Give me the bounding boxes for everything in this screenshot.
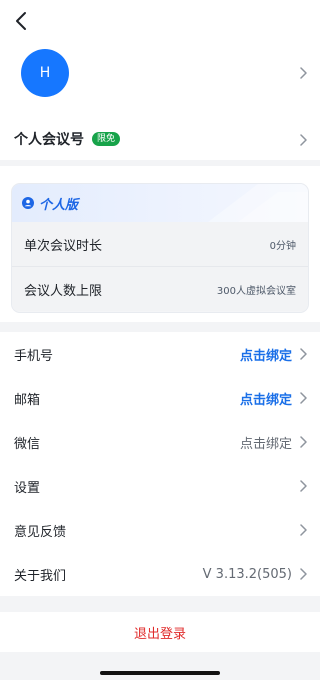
plan-section: 个人版 单次会议时长 0分钟 会议人数上限 300人虚拟会议室 (0, 166, 320, 322)
personal-meeting-row[interactable]: 个人会议号 限免 (14, 129, 121, 149)
list-item-label: 设置 (14, 480, 41, 496)
plan-card[interactable]: 个人版 单次会议时长 0分钟 会议人数上限 300人虚拟会议室 (12, 184, 308, 312)
home-indicator[interactable] (100, 671, 220, 675)
plan-row-capacity: 会议人数上限 300人虚拟会议室 (12, 266, 308, 311)
chevron-right-icon (300, 348, 307, 360)
free-badge: 限免 (92, 132, 121, 146)
list-item-phone[interactable]: 手机号 点击绑定 (0, 332, 320, 376)
list-item-label: 意见反馈 (14, 524, 67, 540)
back-arrow-icon[interactable] (12, 10, 32, 32)
list-item-feedback[interactable]: 意见反馈 (0, 508, 320, 552)
plan-row-label: 单次会议时长 (24, 238, 103, 254)
personal-meeting-chevron-right-icon[interactable] (299, 134, 307, 146)
chevron-right-icon (300, 568, 307, 580)
avatar-letter: H (39, 65, 51, 81)
list-item-label: 关于我们 (14, 568, 67, 584)
avatar[interactable]: H (21, 49, 69, 97)
list-item-label: 微信 (14, 436, 41, 452)
profile-header: H 个人会议号 限免 (0, 0, 320, 160)
plan-header-decoration (208, 184, 308, 222)
settings-list: 手机号 点击绑定 邮箱 点击绑定 微信 点击绑定 设置 意见反馈 关于我们 V … (0, 332, 320, 596)
logout-button[interactable]: 退出登录 (0, 612, 320, 652)
user-icon (22, 197, 34, 209)
chevron-right-icon (300, 524, 307, 536)
plan-row-value: 0分钟 (269, 240, 296, 252)
logout-label: 退出登录 (133, 626, 186, 642)
list-item-label: 手机号 (14, 348, 54, 364)
personal-meeting-title: 个人会议号 (14, 132, 84, 148)
list-item-about[interactable]: 关于我们 V 3.13.2(505) (0, 552, 320, 596)
app-version: V 3.13.2(505) (202, 566, 292, 582)
chevron-right-icon (300, 392, 307, 404)
plan-card-header: 个人版 (12, 184, 308, 222)
plan-row-duration: 单次会议时长 0分钟 (12, 222, 308, 266)
chevron-right-icon (300, 480, 307, 492)
plan-name: 个人版 (39, 197, 79, 213)
chevron-right-icon (300, 436, 307, 448)
bind-phone-link[interactable]: 点击绑定 (240, 345, 292, 364)
plan-row-value: 300人虚拟会议室 (216, 285, 296, 297)
profile-chevron-right-icon[interactable] (299, 67, 307, 79)
bind-wechat-link[interactable]: 点击绑定 (240, 433, 292, 452)
list-item-wechat[interactable]: 微信 点击绑定 (0, 420, 320, 464)
bind-email-link[interactable]: 点击绑定 (240, 389, 292, 408)
list-item-label: 邮箱 (14, 392, 41, 408)
list-item-email[interactable]: 邮箱 点击绑定 (0, 376, 320, 420)
plan-row-label: 会议人数上限 (24, 283, 103, 299)
list-item-settings[interactable]: 设置 (0, 464, 320, 508)
